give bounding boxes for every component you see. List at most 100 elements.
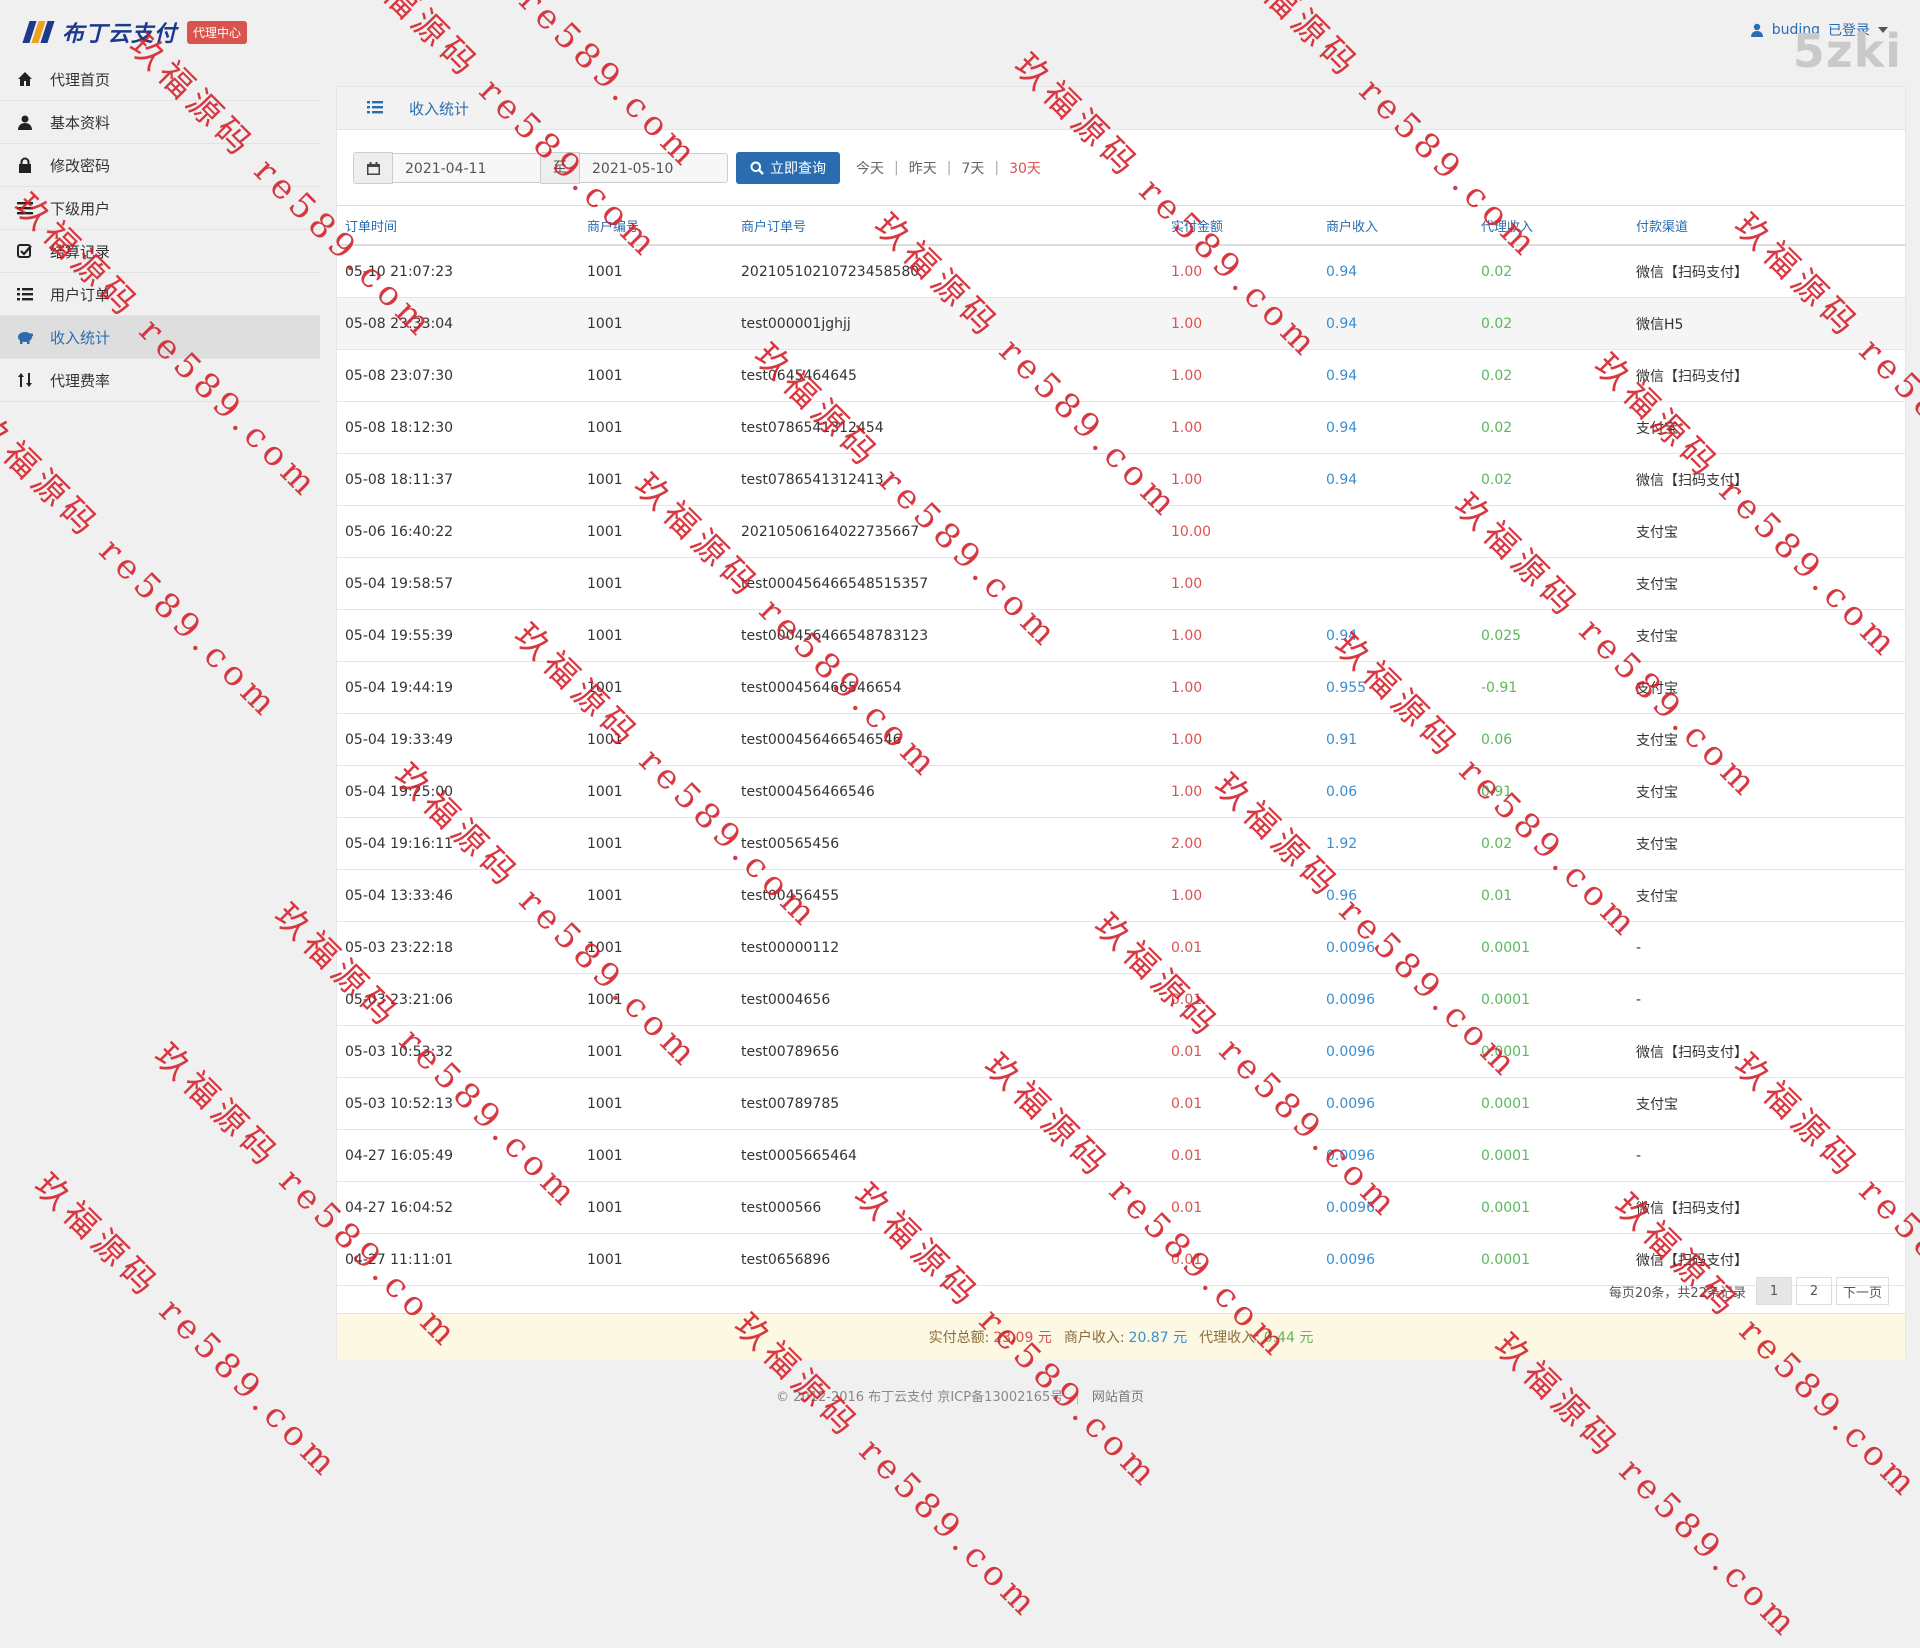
order-time-cell: 05-08 18:11:37 xyxy=(337,453,579,506)
merchant-income-cell: 0.91 xyxy=(1318,713,1473,766)
start-date-input[interactable]: 2021-04-11 xyxy=(393,153,541,183)
sidebar-item-label: 基本资料 xyxy=(50,113,111,132)
merchant-order-no-cell: test0786541312413 xyxy=(733,453,1163,506)
user-icon xyxy=(14,113,36,131)
merchant-income-cell: 0.94 xyxy=(1318,297,1473,350)
table-row[interactable]: 05-03 23:22:18 1001 test00000112 0.01 0.0096… xyxy=(337,921,1905,974)
paid-amount-cell: 10.00 xyxy=(1163,505,1318,558)
quick-range-links: 今天 | 昨天 | 7天 | 30天 xyxy=(856,158,1041,178)
agent-income-cell xyxy=(1473,557,1628,610)
watermark-text: 玖福源码 re589.com xyxy=(26,1165,348,1488)
table-row[interactable]: 05-04 19:33:49 1001 test000456466546546 1.0… xyxy=(337,713,1905,766)
sidebar-item-agent-rates[interactable]: 代理费率 xyxy=(0,359,320,402)
calendar-icon[interactable] xyxy=(353,152,393,184)
table-row[interactable]: 05-03 10:52:13 1001 test00789785 0.01 0.0096… xyxy=(337,1077,1905,1130)
merchant-id-cell: 1001 xyxy=(579,609,733,662)
quick-7days-link[interactable]: 7天 xyxy=(961,158,984,178)
paid-amount-cell: 1.00 xyxy=(1163,609,1318,662)
payment-channel-cell: 微信【扫码支付】 xyxy=(1628,453,1905,506)
order-time-cell: 05-04 19:16:11 xyxy=(337,817,579,870)
merchant-id-cell: 1001 xyxy=(579,921,733,974)
table-row[interactable]: 05-03 10:53:32 1001 test00789656 0.01 0.0096… xyxy=(337,1025,1905,1078)
paid-total-label: 实付总额: xyxy=(928,1330,990,1346)
site-home-link[interactable]: 网站首页 xyxy=(1092,1390,1144,1405)
paid-amount-cell: 0.01 xyxy=(1163,973,1318,1026)
sidebar-item-label: 用户订单 xyxy=(50,285,111,304)
table-row[interactable]: 05-10 21:07:23 1001 20210510210723458580 1.… xyxy=(337,245,1905,298)
col-merchant-income: 商户收入 xyxy=(1318,205,1473,246)
page-2-button[interactable]: 2 xyxy=(1795,1277,1832,1305)
merchant-order-no-cell: test00565456 xyxy=(733,817,1163,870)
table-row[interactable]: 05-04 19:55:39 1001 test000456466548783123… xyxy=(337,609,1905,662)
query-button[interactable]: 立即查询 xyxy=(736,152,840,184)
sidebar-item-income-stats[interactable]: 收入统计 xyxy=(0,316,320,359)
merchant-id-cell: 1001 xyxy=(579,1129,733,1182)
agent-income-cell: 0.0001 xyxy=(1473,1077,1628,1130)
logo-mark-icon xyxy=(22,19,56,45)
paid-amount-cell: 1.00 xyxy=(1163,661,1318,714)
paid-amount-cell: 0.01 xyxy=(1163,921,1318,974)
merchant-income-cell: 0.0096 xyxy=(1318,1077,1473,1130)
next-page-button[interactable]: 下一页 xyxy=(1835,1277,1889,1305)
table-row[interactable]: 05-04 19:16:11 1001 test00565456 2.00 1.92 0.… xyxy=(337,817,1905,870)
sidebar-item-home[interactable]: 代理首页 xyxy=(0,58,320,101)
corner-watermark: 5zki xyxy=(1792,24,1902,78)
sidebar-item-sub-users[interactable]: 下级用户 xyxy=(0,187,320,230)
paid-amount-cell: 0.01 xyxy=(1163,1181,1318,1234)
merchant-order-no-cell: test0004656 xyxy=(733,973,1163,1026)
merchant-id-cell: 1001 xyxy=(579,869,733,922)
merchant-id-cell: 1001 xyxy=(579,973,733,1026)
paid-total-value: 23.09 元 xyxy=(993,1330,1052,1346)
table-row[interactable]: 05-04 19:44:19 1001 test000456466546654 1.0… xyxy=(337,661,1905,714)
sidebar-item-profile[interactable]: 基本资料 xyxy=(0,101,320,144)
sidebar-item-label: 修改密码 xyxy=(50,156,111,175)
sidebar: 代理首页 基本资料 修改密码 下级用户 结算记录 用户订单 收入统计 代理费率 xyxy=(0,58,320,402)
merchant-income-cell: 0.955 xyxy=(1318,661,1473,714)
merchant-id-cell: 1001 xyxy=(579,661,733,714)
sidebar-item-change-password[interactable]: 修改密码 xyxy=(0,144,320,187)
quick-today-link[interactable]: 今天 xyxy=(856,158,884,178)
merchant-order-no-cell: test00789785 xyxy=(733,1077,1163,1130)
merchant-id-cell: 1001 xyxy=(579,557,733,610)
table-row[interactable]: 05-08 18:12:30 1001 test0786541312454 1.00 0… xyxy=(337,401,1905,454)
sidebar-item-user-orders[interactable]: 用户订单 xyxy=(0,273,320,316)
merchant-order-no-cell: test00789656 xyxy=(733,1025,1163,1078)
agent-income-value: 0.44 元 xyxy=(1263,1330,1314,1346)
order-time-cell: 05-03 10:53:32 xyxy=(337,1025,579,1078)
table-row[interactable]: 04-27 16:04:52 1001 test000566 0.01 0.0096 0.… xyxy=(337,1181,1905,1234)
agent-income-cell: 0.02 xyxy=(1473,401,1628,454)
paid-amount-cell: 1.00 xyxy=(1163,869,1318,922)
logo[interactable]: 布丁云支付 代理中心 xyxy=(22,16,248,48)
sidebar-item-settlements[interactable]: 结算记录 xyxy=(0,230,320,273)
table-row[interactable]: 05-08 23:07:30 1001 test0645464645 1.00 0.94… xyxy=(337,349,1905,402)
merchant-income-cell: 0.0096 xyxy=(1318,1129,1473,1182)
table-row[interactable]: 05-06 16:40:22 1001 20210506164022735667 10… xyxy=(337,505,1905,558)
agent-income-cell: 0.0001 xyxy=(1473,1129,1628,1182)
end-date-input[interactable]: 2021-05-10 xyxy=(580,153,728,183)
pagination: 每页20条，共22条记录 1 2 下一页 xyxy=(1609,1277,1889,1305)
table-row[interactable]: 05-08 23:33:04 1001 test000001jghjj 1.00 0.9… xyxy=(337,297,1905,350)
merchant-income-cell: 0.0096 xyxy=(1318,1233,1473,1286)
order-time-cell: 05-04 19:33:49 xyxy=(337,713,579,766)
paid-amount-cell: 0.01 xyxy=(1163,1233,1318,1286)
sidebar-item-label: 收入统计 xyxy=(50,328,111,347)
quick-yesterday-link[interactable]: 昨天 xyxy=(909,158,937,178)
agent-income-cell: 0.02 xyxy=(1473,817,1628,870)
table-row[interactable]: 05-04 19:58:57 1001 test000456466548515357… xyxy=(337,557,1905,610)
payment-channel-cell: - xyxy=(1628,1129,1905,1182)
table-row[interactable]: 05-04 13:33:46 1001 test00456455 1.00 0.96 0.… xyxy=(337,869,1905,922)
merchant-id-cell: 1001 xyxy=(579,1181,733,1234)
payment-channel-cell: - xyxy=(1628,973,1905,1026)
user-icon xyxy=(1750,23,1763,37)
merchant-id-cell: 1001 xyxy=(579,453,733,506)
table-row[interactable]: 04-27 16:05:49 1001 test0005665464 0.01 0.00… xyxy=(337,1129,1905,1182)
table-row[interactable]: 05-04 19:25:00 1001 test000456466546 1.00 0.… xyxy=(337,765,1905,818)
table-row[interactable]: 05-03 23:21:06 1001 test0004656 0.01 0.0096 0… xyxy=(337,973,1905,1026)
table-row[interactable]: 05-08 18:11:37 1001 test0786541312413 1.00 0… xyxy=(337,453,1905,506)
order-time-cell: 05-03 23:21:06 xyxy=(337,973,579,1026)
page-1-button[interactable]: 1 xyxy=(1755,1277,1792,1305)
paid-amount-cell: 0.01 xyxy=(1163,1025,1318,1078)
quick-30days-link[interactable]: 30天 xyxy=(1009,158,1041,178)
list-icon xyxy=(14,285,36,303)
merchant-order-no-cell: test000566 xyxy=(733,1181,1163,1234)
